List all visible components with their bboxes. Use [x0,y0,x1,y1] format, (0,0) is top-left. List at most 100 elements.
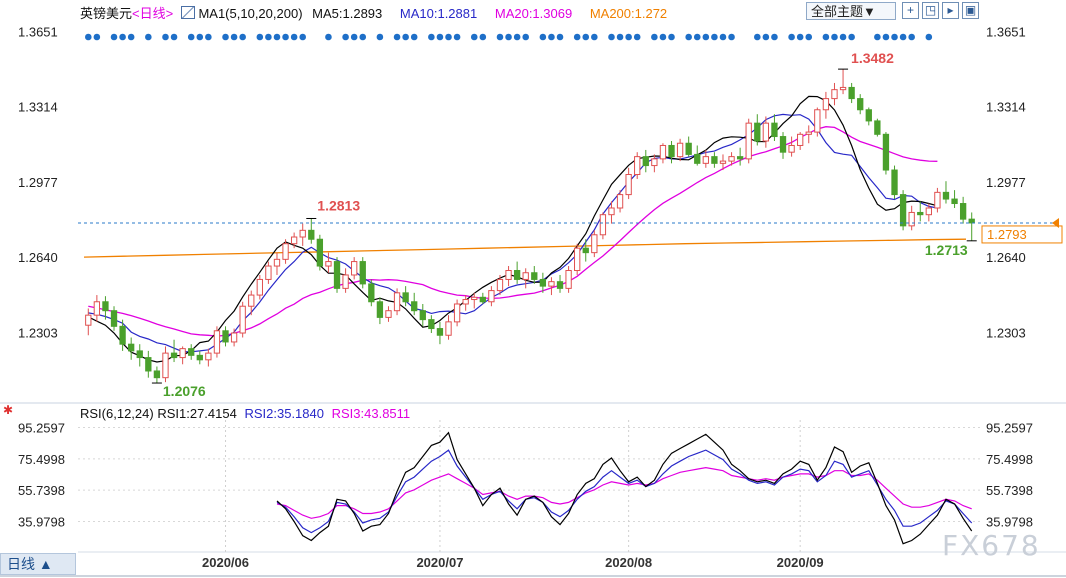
candle-body [814,109,821,133]
candle-body [128,343,135,352]
rsi-tick-right-0: 95.2597 [986,421,1033,436]
rsi3-line [276,466,972,519]
event-marker [436,33,444,41]
candle-body [351,261,358,276]
candle-body [162,352,169,379]
event-marker [230,33,238,41]
ma20-line [88,126,938,337]
event-marker [625,33,632,41]
candle-body [728,156,735,162]
ma-indicator-icon[interactable] [180,6,195,19]
candle-body [230,332,238,343]
y-tick-left-4: 1.2303 [18,325,58,340]
candle-body [788,144,795,153]
candle-body [899,194,907,227]
candle-body [934,191,941,209]
ma5-value: MA5:1.2893 [312,6,383,21]
ma20-value: MA20:1.3069 [494,6,573,21]
ma5-line [88,95,938,363]
candle-body [368,283,375,303]
candle-body [213,330,221,354]
candle-body [402,292,409,303]
candle-body [805,131,812,135]
event-marker [616,33,624,41]
candle-body [222,330,229,343]
event-marker [539,33,547,41]
event-marker [505,33,512,41]
candle-body [205,352,212,361]
fullscreen-icon[interactable]: ▣ [962,2,979,19]
event-marker [205,33,212,41]
candle-body [951,198,958,205]
restore-icon[interactable]: ◳ [922,2,939,19]
event-marker [548,33,555,41]
event-marker [762,33,770,41]
candle-body [359,261,366,285]
candle-body [762,122,770,142]
event-marker [428,33,435,41]
event-marker [788,33,795,41]
y-tick-right-4: 1.2303 [986,325,1026,340]
candle-body [865,109,872,122]
event-marker [127,33,135,41]
ma200-value: MA200:1.272 [589,6,668,21]
candle-body [85,314,92,326]
play-icon[interactable]: ▸ [942,2,959,19]
candle-body [248,294,255,307]
event-marker [925,33,933,41]
candle-body [136,350,143,359]
event-marker [350,33,358,41]
rsi-tick-left-1: 75.4998 [18,452,65,467]
event-marker [513,33,521,41]
event-marker [633,33,641,41]
candle-body [925,207,932,216]
event-marker [393,33,401,41]
event-marker [265,33,272,41]
candle-body [668,144,675,158]
rsi3-value: RSI3:43.8511 [331,406,411,421]
candle-body [608,207,615,216]
event-marker [685,33,692,41]
add-icon[interactable]: + [902,2,919,19]
y-tick-left-1: 1.3314 [18,100,58,115]
event-marker [668,33,675,41]
rsi2-line [276,449,973,534]
event-marker [402,33,409,41]
candle-body [333,261,341,289]
event-marker [299,33,307,41]
candle-body [599,214,607,236]
candle-body [797,133,804,146]
theme-dropdown-button[interactable]: 全部主题▼ [806,2,896,20]
candle-body [342,274,349,289]
event-marker [290,33,298,41]
period-tag: <日线> [132,6,174,21]
event-marker [908,33,915,41]
event-marker [196,33,204,41]
candle-body [642,156,649,167]
candle-body [265,265,272,280]
candle-body [196,354,203,361]
candle-body [942,191,950,200]
candle-body [462,299,469,305]
period-button[interactable]: 日线 ▲ [0,553,76,575]
candle-body [676,142,684,158]
event-marker [831,33,838,41]
candle-body [719,160,727,164]
candle-body [771,122,778,138]
rsi-header: RSI(6,12,24) RSI1:27.4154 RSI2:35.1840 R… [80,406,410,421]
candle-body [308,229,315,240]
event-marker [899,33,907,41]
event-marker [325,33,332,41]
event-marker [891,33,898,41]
event-marker [282,33,289,41]
candle-body [256,278,263,296]
candle-body [968,218,975,224]
event-marker [93,33,101,41]
candle-body [110,310,118,327]
watermark-logo: FX678 [942,529,1041,562]
candle-body [959,203,967,220]
candle-body [582,247,589,254]
event-marker [119,33,126,41]
extreme-label: 1.2076 [163,383,206,399]
x-tick-3: 2020/09 [777,555,824,570]
